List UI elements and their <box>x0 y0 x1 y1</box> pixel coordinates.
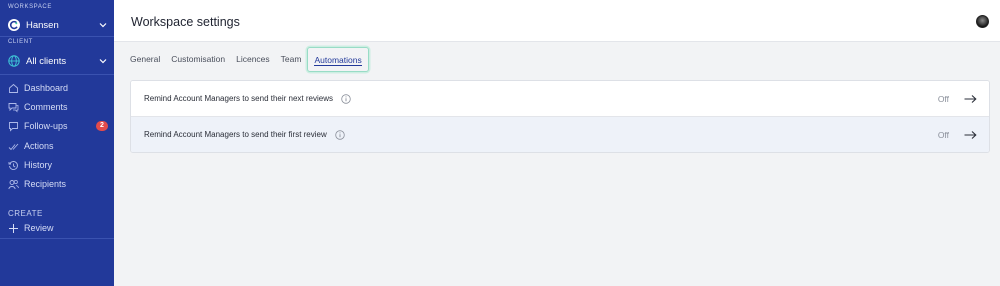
follow-ups-badge: 2 <box>96 121 108 131</box>
arrow-right-icon[interactable] <box>964 130 977 139</box>
nav-label: Comments <box>24 102 68 112</box>
client-name: All clients <box>26 55 67 67</box>
automation-row[interactable]: Remind Account Managers to send their fi… <box>131 117 989 152</box>
check-icon <box>8 143 19 150</box>
nav-item-follow-ups[interactable]: Follow-ups 2 <box>8 118 114 134</box>
page-title: Workspace settings <box>131 15 240 29</box>
nav-item-actions[interactable]: Actions <box>8 138 114 154</box>
chevron-down-icon <box>99 23 107 28</box>
nav-item-comments[interactable]: Comments <box>8 99 114 115</box>
tab-customisation[interactable]: Customisation <box>171 47 225 72</box>
tab-automations[interactable]: Automations <box>307 47 369 72</box>
nav-label: Dashboard <box>24 83 69 93</box>
nav-label: Follow-ups <box>24 121 68 131</box>
nav-label: History <box>24 160 53 170</box>
automation-status: Off <box>937 129 949 140</box>
info-icon[interactable] <box>341 93 351 104</box>
tab-licences[interactable]: Licences <box>236 47 270 72</box>
automation-status: Off <box>937 93 949 104</box>
automation-label: Remind Account Managers to send their ne… <box>144 93 333 103</box>
client-label: CLIENT <box>8 39 33 45</box>
nav-item-history[interactable]: History <box>8 157 114 173</box>
comments-icon <box>8 102 19 112</box>
tab-team[interactable]: Team <box>281 47 302 72</box>
page-header: Workspace settings <box>114 0 1000 42</box>
followups-icon <box>9 121 18 132</box>
workspace-name: Hansen <box>26 19 59 31</box>
automation-label-wrap: Remind Account Managers to send their ne… <box>144 94 351 104</box>
create-review-button[interactable]: Review <box>8 220 114 236</box>
workspace-selector[interactable]: Hansen <box>0 15 114 35</box>
home-icon <box>9 83 18 93</box>
sidebar-divider <box>0 36 114 37</box>
sidebar-divider <box>0 238 114 239</box>
users-icon <box>8 179 19 189</box>
nav-label: Actions <box>24 141 54 151</box>
create-review-label: Review <box>24 223 54 233</box>
automation-label-wrap: Remind Account Managers to send their fi… <box>144 130 345 140</box>
nav-label: Recipients <box>24 179 67 189</box>
automations-list: Remind Account Managers to send their ne… <box>130 80 990 153</box>
history-icon <box>8 160 18 170</box>
client-selector[interactable]: All clients <box>0 51 114 71</box>
tab-general[interactable]: General <box>130 47 160 72</box>
workspace-logo-icon <box>8 19 20 31</box>
arrow-right-icon[interactable] <box>964 94 977 103</box>
plus-icon <box>9 223 18 233</box>
nav-item-recipients[interactable]: Recipients <box>8 176 114 192</box>
automation-label: Remind Account Managers to send their fi… <box>144 129 327 139</box>
chevron-down-icon <box>99 59 107 64</box>
automation-row[interactable]: Remind Account Managers to send their ne… <box>131 81 989 117</box>
globe-icon <box>8 55 20 67</box>
workspace-label: WORKSPACE <box>8 4 52 10</box>
sidebar: WORKSPACE Hansen CLIENT All clients Dash… <box>0 0 114 286</box>
sidebar-divider <box>0 74 114 75</box>
nav-item-dashboard[interactable]: Dashboard <box>8 80 114 96</box>
create-section-label: CREATE <box>8 209 43 218</box>
settings-tabs: General Customisation Licences Team Auto… <box>130 47 380 72</box>
info-icon[interactable] <box>335 129 345 140</box>
user-avatar[interactable] <box>976 15 989 28</box>
